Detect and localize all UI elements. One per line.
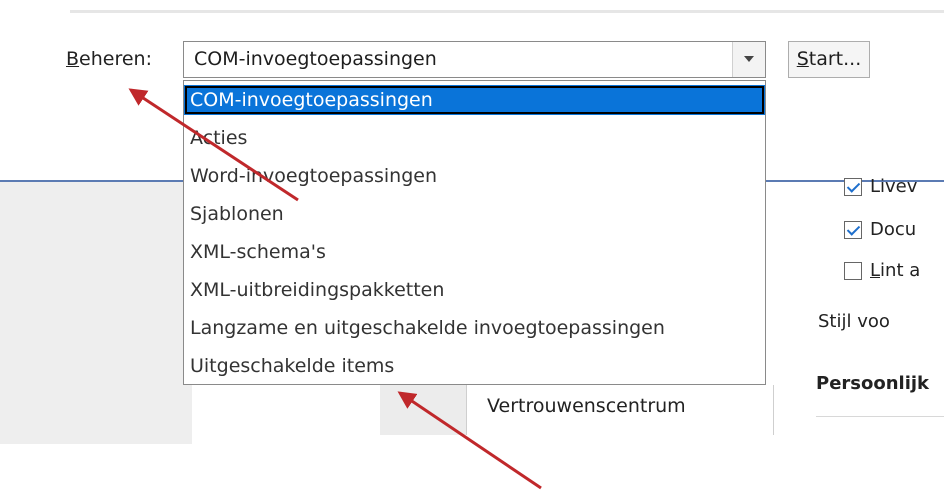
dropdown-option-xml-schemas[interactable]: XML-schema's [184,237,765,267]
chevron-down-icon[interactable] [732,42,765,77]
dropdown-option-xml-expansion-packs[interactable]: XML-uitbreidingspakketten [184,275,765,305]
checkbox-row-ribbon[interactable]: Lint a [844,260,920,281]
manage-label: Beheren: [66,48,152,70]
checkbox-unchecked-icon[interactable] [844,261,862,280]
dropdown-option-word-addins[interactable]: Word-invoegtoepassingen [184,161,765,191]
manage-select-value: COM-invoegtoepassingen [194,48,437,70]
manage-dropdown-list: COM-invoegtoepassingen Acties Word-invoe… [183,80,766,385]
dropdown-option-com-addins[interactable]: COM-invoegtoepassingen [184,85,765,115]
checkbox-checked-icon[interactable] [844,220,862,239]
section-divider [816,416,944,417]
dropdown-option-disabled-items[interactable]: Uitgeschakelde items [184,351,765,381]
checkbox-row-document[interactable]: Docu [844,219,916,240]
style-label: Stijl voo [818,311,890,332]
start-button[interactable]: Start... [788,41,870,78]
nav-gutter [380,385,466,435]
top-divider [70,10,944,13]
manage-select[interactable]: COM-invoegtoepassingen [183,41,766,78]
dropdown-option-slow-disabled-addins[interactable]: Langzame en uitgeschakelde invoegtoepass… [184,313,765,343]
checkbox-label: Livev [870,176,918,197]
checkbox-checked-icon[interactable] [844,177,862,196]
nav-item-trust-center[interactable]: Vertrouwenscentrum [487,395,686,417]
checkbox-row-live[interactable]: Livev [844,176,917,197]
dropdown-option-actions[interactable]: Acties [184,123,765,153]
checkbox-label: Lint a [870,260,921,281]
section-heading: Persoonlijk [816,373,930,394]
options-navigation: Vertrouwenscentrum [466,385,774,435]
dropdown-option-templates[interactable]: Sjablonen [184,199,765,229]
checkbox-label: Docu [870,219,917,240]
window-left-area [0,182,192,444]
